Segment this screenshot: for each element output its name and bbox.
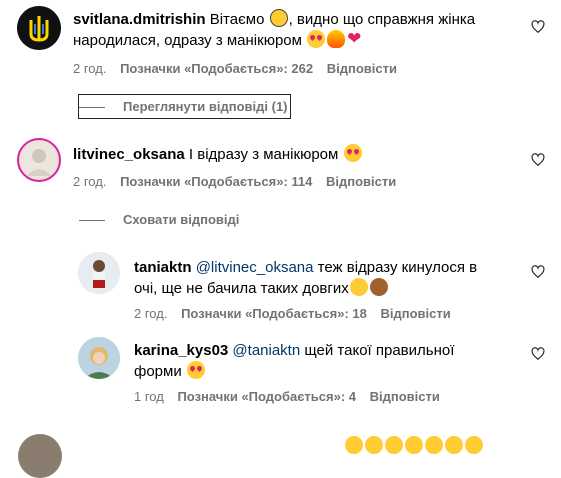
emoji-icon [385,436,403,454]
mention-link[interactable]: @litvinec_oksana [196,259,314,276]
reply-button[interactable]: Відповісти [327,61,397,76]
hide-replies-button[interactable]: Сховати відповіді [79,212,239,227]
reply-button[interactable]: Відповісти [326,174,396,189]
reply-text: taniaktn @litvinec_oksana теж відразу ки… [134,259,478,297]
comment-meta: 2 год. Позначки «Подобається»: 114 Відпо… [73,174,406,189]
timestamp[interactable]: 1 год [134,389,164,404]
comment-text: litvinec_oksana І відразу з манікюром [73,144,518,165]
emoji-icon [425,436,443,454]
reply-meta: 1 год Позначки «Подобається»: 4 Відповіс… [134,389,450,404]
likes-count[interactable]: Позначки «Подобається»: 4 [177,389,356,404]
heart-eyes-emoji-icon [307,30,326,48]
likes-count[interactable]: Позначки «Подобається»: 114 [120,174,312,189]
fire-emoji-icon [327,30,346,48]
avatar[interactable] [78,252,120,294]
emoji-icon [365,436,383,454]
like-heart-icon[interactable] [531,347,545,361]
next-comment-emoji-row [344,436,484,456]
avatar-photo [78,252,120,294]
likes-count[interactable]: Позначки «Подобається»: 262 [120,61,313,76]
reply-text: karina_kys03 @taniaktn щей такої правиль… [134,342,455,380]
heart-eyes-emoji-icon [343,144,362,162]
emoji-icon [345,436,363,454]
avatar[interactable] [17,138,61,182]
avatar[interactable] [78,337,120,379]
red-heart-emoji-icon [347,28,365,49]
like-heart-icon[interactable] [531,265,545,279]
like-heart-icon[interactable] [531,153,545,167]
reply-meta: 2 год. Позначки «Подобається»: 18 Відпов… [134,306,461,321]
grinning-face-icon [349,278,368,296]
reply-button[interactable]: Відповісти [380,306,450,321]
username[interactable]: taniaktn [134,259,192,276]
smiling-face-glasses-icon [269,9,288,27]
likes-count[interactable]: Позначки «Подобається»: 18 [181,306,367,321]
username[interactable]: svitlana.dmitrishin [73,11,206,28]
timestamp[interactable]: 2 год. [73,174,106,189]
emoji-icon [405,436,423,454]
mention-link[interactable]: @taniaktn [232,342,300,359]
comment-meta: 2 год. Позначки «Подобається»: 262 Відпо… [73,61,407,76]
reply-button[interactable]: Відповісти [370,389,440,404]
like-heart-icon[interactable] [531,20,545,34]
avatar-photo [78,337,120,379]
avatar[interactable] [17,6,61,50]
emoji-icon [465,436,483,454]
trident-icon [17,6,61,50]
avatar-photo [21,142,57,178]
username[interactable]: karina_kys03 [134,342,228,359]
view-replies-button[interactable]: Переглянути відповіді (1) [78,94,291,119]
heart-eyes-emoji-icon [186,361,205,379]
thread-line [79,107,105,109]
comment-text: svitlana.dmitrishin Вітаємо , видно що с… [73,9,518,51]
see-no-evil-monkey-icon [369,278,388,296]
username[interactable]: litvinec_oksana [73,146,185,163]
emoji-icon [445,436,463,454]
timestamp[interactable]: 2 год. [134,306,167,321]
timestamp[interactable]: 2 год. [73,61,106,76]
thread-line [79,220,105,222]
